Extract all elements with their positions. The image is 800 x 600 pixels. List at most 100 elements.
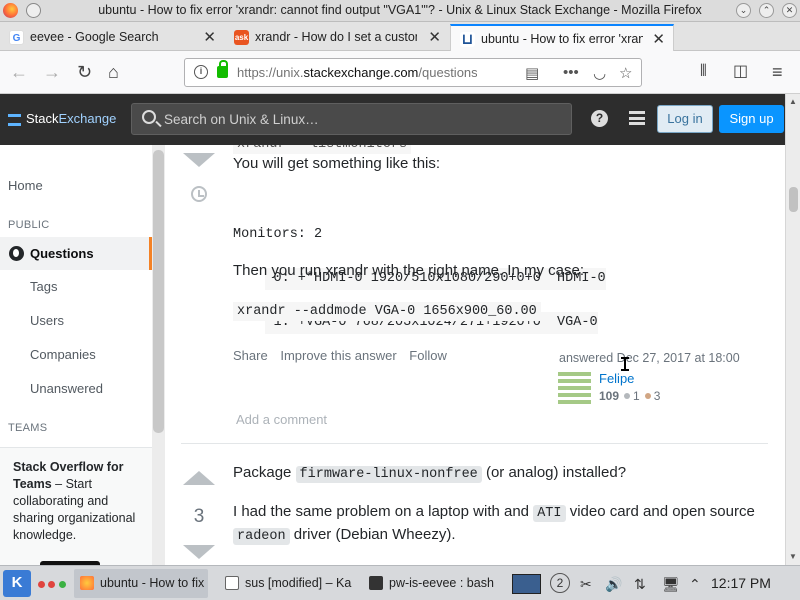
task-kate[interactable]: sus [modified] – Ka bbox=[219, 569, 353, 598]
share-link[interactable]: Share bbox=[233, 348, 268, 363]
minimize-dot-icon[interactable] bbox=[48, 581, 55, 588]
task-label: pw-is-eevee : bash – bbox=[389, 576, 497, 590]
desktop-badge[interactable]: 2 bbox=[550, 573, 570, 593]
reader-view-icon[interactable]: ▤ bbox=[525, 64, 539, 82]
nav-companies[interactable]: Companies bbox=[30, 347, 96, 362]
maximize-icon[interactable]: ⌃ bbox=[759, 3, 774, 18]
answer2-line1: Package firmware-linux-nonfree (or analo… bbox=[233, 464, 627, 483]
downvote-icon[interactable] bbox=[183, 153, 215, 167]
scissors-icon[interactable]: ✂ bbox=[580, 576, 592, 593]
forward-icon[interactable]: → bbox=[43, 63, 61, 81]
task-label: sus [modified] – Ka bbox=[245, 576, 352, 590]
nav-users[interactable]: Users bbox=[30, 313, 64, 328]
stackexchange-icon: ⊔ bbox=[460, 31, 475, 48]
askubuntu-icon: ask bbox=[234, 30, 249, 45]
volume-icon[interactable]: 🔊 bbox=[605, 576, 622, 593]
back-icon[interactable]: ← bbox=[10, 63, 28, 81]
lock-icon[interactable] bbox=[217, 60, 228, 78]
kate-icon bbox=[225, 576, 239, 590]
nav-toolbar: ← → ↻ ⌂ i https://unix.stackexchange.com… bbox=[0, 51, 800, 94]
close-dot-icon[interactable] bbox=[38, 581, 45, 588]
close-icon[interactable]: ✕ bbox=[203, 28, 216, 46]
follow-link[interactable]: Follow bbox=[409, 348, 447, 363]
signup-button[interactable]: Sign up bbox=[719, 105, 784, 133]
site-logo[interactable]: StackExchange bbox=[8, 111, 116, 126]
scroll-thumb[interactable] bbox=[789, 187, 798, 212]
sidebar-scroll-thumb[interactable] bbox=[153, 150, 164, 433]
text-cursor-icon bbox=[621, 357, 629, 371]
close-window-icon[interactable]: ✕ bbox=[782, 3, 797, 18]
tray-expand-icon[interactable]: ⌃ bbox=[689, 576, 701, 593]
globe-icon bbox=[9, 246, 24, 261]
history-icon[interactable] bbox=[191, 186, 207, 202]
clock[interactable]: 12:17 PM bbox=[711, 575, 771, 591]
scroll-up-icon[interactable]: ▲ bbox=[789, 97, 797, 106]
login-button[interactable]: Log in bbox=[657, 105, 713, 133]
inline-code: firmware-linux-nonfree bbox=[295, 466, 482, 483]
task-terminal[interactable]: pw-is-eevee : bash – bbox=[363, 569, 497, 598]
close-icon[interactable]: ✕ bbox=[428, 28, 441, 46]
bookmark-star-icon[interactable]: ☆ bbox=[619, 64, 632, 82]
answers-content: xrandr --listmonitors You will get somet… bbox=[165, 145, 785, 565]
page-actions-icon[interactable]: ••• bbox=[563, 64, 579, 81]
nav-heading-teams: TEAMS bbox=[8, 422, 48, 434]
nav-home[interactable]: Home bbox=[8, 178, 43, 193]
minimize-icon[interactable]: ⌄ bbox=[736, 3, 751, 18]
answer2-line2: I had the same problem on a laptop with … bbox=[233, 503, 755, 522]
info-icon[interactable]: i bbox=[194, 65, 208, 79]
library-icon[interactable]: ⫴ bbox=[700, 63, 707, 81]
site-header: StackExchange ? Log in Sign up bbox=[0, 94, 785, 145]
user-name-link[interactable]: Felipe bbox=[599, 371, 634, 386]
pocket-icon[interactable]: ◡ bbox=[593, 64, 606, 82]
display-icon[interactable]: 🖥 bbox=[662, 576, 680, 593]
window-title: ubuntu - How to fix error 'xrandr: canno… bbox=[98, 3, 702, 17]
maximize-dot-icon[interactable] bbox=[59, 581, 66, 588]
url-bar[interactable]: i https://unix.stackexchange.com/questio… bbox=[184, 58, 642, 87]
menu-icon[interactable]: ≡ bbox=[772, 63, 783, 81]
sidebar-icon[interactable]: ◫ bbox=[733, 63, 748, 81]
terminal-icon bbox=[369, 576, 383, 590]
add-comment-link[interactable]: Add a comment bbox=[236, 412, 327, 427]
site-search[interactable] bbox=[131, 103, 572, 135]
window-titlebar: ubuntu - How to fix error 'xrandr: canno… bbox=[0, 0, 800, 22]
tab-label: xrandr - How do I set a custom bbox=[255, 30, 417, 44]
scroll-down-icon[interactable]: ▼ bbox=[789, 552, 797, 561]
url-text[interactable]: https://unix.stackexchange.com/questions… bbox=[237, 65, 477, 80]
tab-xrandr[interactable]: ask xrandr - How do I set a custom ✕ bbox=[225, 24, 449, 51]
answer-then-text: Then you run xrandr with the right name.… bbox=[233, 262, 584, 279]
google-icon: G bbox=[9, 30, 24, 45]
search-input[interactable] bbox=[164, 109, 554, 129]
tab-google[interactable]: G eevee - Google Search ✕ bbox=[0, 24, 224, 51]
upvote-icon[interactable] bbox=[183, 471, 215, 485]
desktop-pager-icon[interactable] bbox=[512, 574, 541, 594]
user-avatar[interactable] bbox=[558, 371, 591, 404]
vote-count: 3 bbox=[193, 506, 205, 527]
task-firefox[interactable]: ubuntu - How to fix bbox=[74, 569, 208, 598]
task-label: ubuntu - How to fix bbox=[100, 576, 205, 590]
nav-tags[interactable]: Tags bbox=[30, 279, 57, 294]
reload-icon[interactable]: ↻ bbox=[77, 63, 92, 81]
nav-questions[interactable]: Questions bbox=[30, 246, 94, 261]
downvote-icon[interactable] bbox=[183, 545, 215, 559]
inline-code: radeon bbox=[233, 528, 290, 545]
home-icon[interactable]: ⌂ bbox=[108, 63, 119, 81]
bronze-badge-icon bbox=[644, 392, 651, 399]
help-icon[interactable]: ? bbox=[591, 110, 608, 127]
close-icon[interactable]: ✕ bbox=[652, 30, 665, 48]
user-reputation: 109 1 3 bbox=[599, 389, 661, 403]
teams-promo-text: Stack Overflow for Teams – Start collabo… bbox=[13, 460, 136, 542]
kde-launcher-icon[interactable]: K bbox=[3, 570, 31, 597]
answer-intro-text: You will get something like this: bbox=[233, 155, 441, 172]
taskbar: K ubuntu - How to fix sus [modified] – K… bbox=[0, 565, 800, 600]
site-switcher-icon[interactable] bbox=[629, 111, 645, 125]
page-scrollbar[interactable]: ▲ ▼ bbox=[785, 94, 800, 565]
improve-answer-link[interactable]: Improve this answer bbox=[280, 348, 396, 363]
answered-timestamp[interactable]: answered Dec 27, 2017 at 18:00 bbox=[559, 351, 740, 365]
tab-ubuntu-active[interactable]: ⊔ ubuntu - How to fix error 'xrandr ✕ bbox=[450, 24, 674, 51]
sidebar-scrollbar[interactable] bbox=[152, 145, 165, 565]
tab-bar: G eevee - Google Search ✕ ask xrandr - H… bbox=[0, 22, 800, 71]
monitors-line: Monitors: 2 bbox=[233, 227, 323, 242]
network-icon[interactable]: ⇅ bbox=[634, 576, 646, 593]
stackexchange-logo-icon bbox=[8, 113, 21, 126]
nav-unanswered[interactable]: Unanswered bbox=[30, 381, 103, 396]
